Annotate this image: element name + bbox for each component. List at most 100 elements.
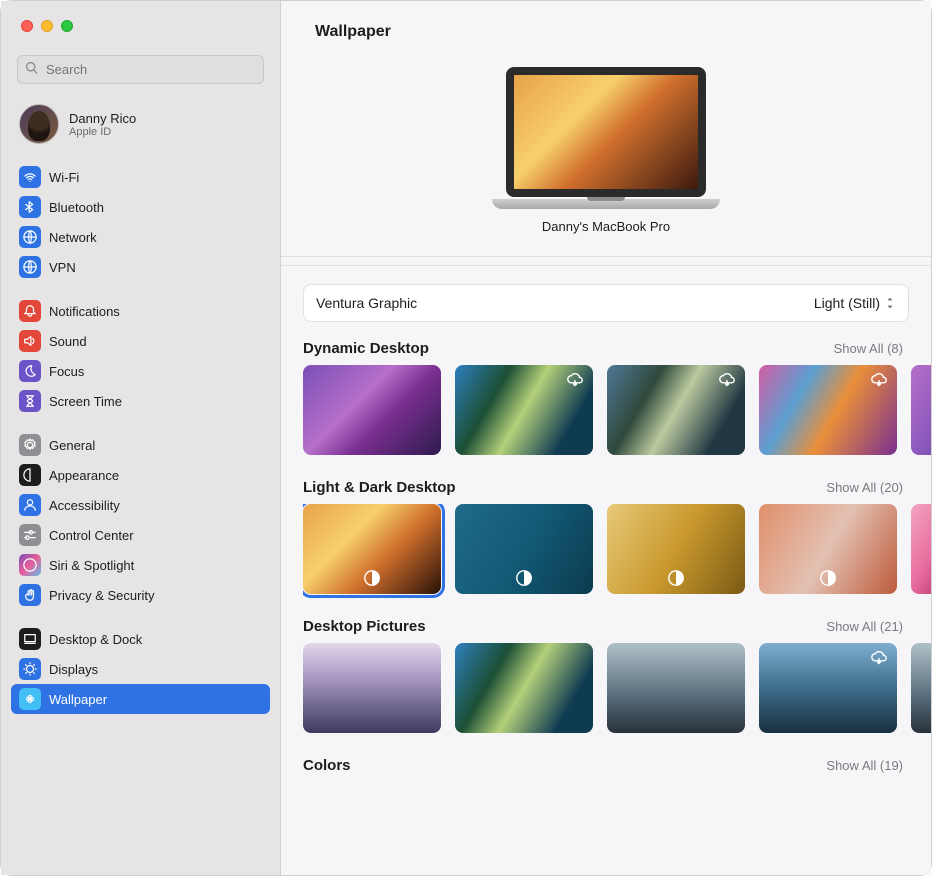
section-title: Colors [303,757,351,774]
window-close-button[interactable] [21,20,33,32]
appearance-mode-popup[interactable]: Light (Still) [814,295,896,311]
sidebar-item-label: Siri & Spotlight [49,558,134,573]
section-title: Desktop Pictures [303,618,426,635]
sidebar-item-label: Wallpaper [49,692,107,707]
sidebar-item-label: Accessibility [49,498,120,513]
speaker-icon [19,330,41,352]
wallpaper-thumbnail[interactable] [303,365,441,455]
window-minimize-button[interactable] [41,20,53,32]
sidebar-item-displays[interactable]: Displays [11,654,270,684]
wallpaper-thumbnail[interactable] [455,504,593,594]
current-wallpaper-name: Ventura Graphic [316,295,417,311]
wallpaper-thumbnail[interactable] [607,643,745,733]
wallpaper-thumbnail[interactable] [303,643,441,733]
show-all-button[interactable]: Show All (19) [826,758,903,773]
sidebar-item-label: VPN [49,260,76,275]
sidebar-item-focus[interactable]: Focus [11,356,270,386]
hand-icon [19,584,41,606]
search-icon [25,61,39,75]
light-dark-icon [514,568,534,588]
sidebar-item-label: Bluetooth [49,200,104,215]
sidebar-item-privacy-security[interactable]: Privacy & Security [11,580,270,610]
chevron-updown-icon [884,296,896,310]
sidebar-item-screen-time[interactable]: Screen Time [11,386,270,416]
sidebar-item-vpn[interactable]: VPN [11,252,270,282]
sidebar: Danny Rico Apple ID Wi-Fi Bluetooth Networ… [1,1,281,875]
sidebar-item-label: Control Center [49,528,134,543]
light-dark-icon [362,568,382,588]
download-icon [869,371,889,391]
section-title: Dynamic Desktop [303,340,429,357]
wallpaper-thumbnail[interactable] [607,365,745,455]
wallpaper-thumbnail[interactable] [759,365,897,455]
sidebar-item-notifications[interactable]: Notifications [11,296,270,326]
avatar [19,104,59,144]
main-content: Wallpaper Danny's MacBook Pro Ventura Gr… [281,1,931,875]
hourglass-icon [19,390,41,412]
sidebar-item-control-center[interactable]: Control Center [11,520,270,550]
sidebar-item-label: Wi-Fi [49,170,79,185]
sidebar-item-label: Privacy & Security [49,588,154,603]
flower-icon [19,688,41,710]
sidebar-item-wi-fi[interactable]: Wi-Fi [11,162,270,192]
search-field[interactable] [17,55,264,84]
wallpaper-preview: Danny's MacBook Pro [281,51,931,257]
sun-icon [19,658,41,680]
wallpaper-thumbnail[interactable] [911,365,931,455]
sidebar-item-label: General [49,438,95,453]
wallpaper-thumbnail[interactable] [607,504,745,594]
show-all-button[interactable]: Show All (20) [826,480,903,495]
bt-icon [19,196,41,218]
globe-icon [19,226,41,248]
wallpaper-thumbnail[interactable] [911,504,931,594]
sidebar-item-general[interactable]: General [11,430,270,460]
sidebar-item-siri-spotlight[interactable]: Siri & Spotlight [11,550,270,580]
download-icon [869,649,889,669]
sidebar-item-wallpaper[interactable]: Wallpaper [11,684,270,714]
device-name: Danny's MacBook Pro [542,219,670,234]
page-title: Wallpaper [281,1,931,51]
sidebar-item-desktop-dock[interactable]: Desktop & Dock [11,624,270,654]
appearance-icon [19,464,41,486]
sidebar-item-label: Desktop & Dock [49,632,142,647]
sidebar-item-label: Sound [49,334,87,349]
light-dark-icon [818,568,838,588]
sidebar-item-bluetooth[interactable]: Bluetooth [11,192,270,222]
wallpaper-thumbnail[interactable] [911,643,931,733]
sidebar-item-label: Network [49,230,97,245]
wallpaper-thumbnail[interactable] [759,643,897,733]
sidebar-item-label: Focus [49,364,84,379]
window-zoom-button[interactable] [61,20,73,32]
section-desktop-pictures: Desktop Pictures Show All (21) [281,600,931,739]
dock-icon [19,628,41,650]
account-sub: Apple ID [69,126,136,138]
sidebar-item-accessibility[interactable]: Accessibility [11,490,270,520]
wifi-icon [19,166,41,188]
wallpaper-thumbnail[interactable] [455,365,593,455]
wallpaper-thumbnail[interactable] [759,504,897,594]
section-light-dark-desktop: Light & Dark Desktop Show All (20) [281,461,931,600]
show-all-button[interactable]: Show All (8) [834,341,903,356]
appearance-mode-label: Light (Still) [814,295,880,311]
siri-icon [19,554,41,576]
wallpaper-thumbnail[interactable] [455,643,593,733]
gear-icon [19,434,41,456]
section-title: Light & Dark Desktop [303,479,456,496]
search-input[interactable] [17,55,264,84]
download-icon [565,371,585,391]
wallpaper-thumbnail[interactable] [303,504,441,594]
sidebar-item-sound[interactable]: Sound [11,326,270,356]
current-wallpaper-row: Ventura Graphic Light (Still) [303,284,909,322]
switches-icon [19,524,41,546]
bell-icon [19,300,41,322]
show-all-button[interactable]: Show All (21) [826,619,903,634]
download-icon [717,371,737,391]
light-dark-icon [666,568,686,588]
sidebar-item-appearance[interactable]: Appearance [11,460,270,490]
titlebar [1,1,280,51]
globe-icon [19,256,41,278]
sidebar-item-label: Displays [49,662,98,677]
account-name: Danny Rico [69,111,136,126]
account-row[interactable]: Danny Rico Apple ID [1,96,280,158]
sidebar-item-network[interactable]: Network [11,222,270,252]
